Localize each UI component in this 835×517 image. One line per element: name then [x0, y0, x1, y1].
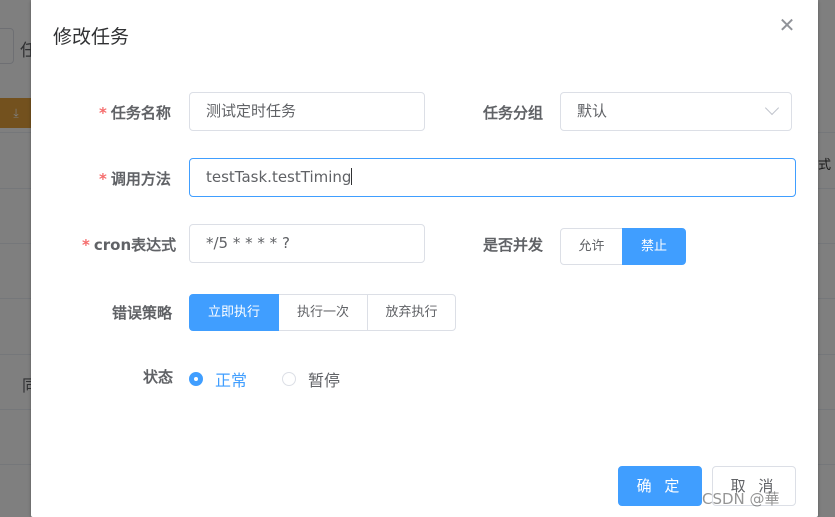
misfire-button-group: 立即执行 执行一次 放弃执行	[189, 294, 456, 331]
status-normal-radio[interactable]: 正常	[189, 367, 247, 391]
status-normal-label: 正常	[215, 371, 248, 390]
misfire-immediate-button[interactable]: 立即执行	[189, 294, 279, 331]
task-group-label: 任务分组	[483, 104, 544, 122]
misfire-once-button[interactable]: 执行一次	[278, 294, 368, 331]
cron-input[interactable]: */5 * * * * ?	[189, 224, 425, 263]
edit-task-dialog: 修改任务 ✕ * 任务名称 测试定时任务 任务分组 默认 * 调用方法 testTa…	[31, 0, 818, 517]
misfire-label: 错误策略	[112, 304, 173, 322]
cron-label: * cron表达式	[82, 234, 176, 255]
status-paused-radio[interactable]: 暂停	[282, 367, 340, 391]
cron-label-text: cron表达式	[93, 236, 177, 254]
required-mark: *	[99, 104, 107, 122]
invoke-target-value: testTask.testTiming	[206, 168, 352, 186]
dialog-title: 修改任务	[53, 26, 130, 48]
status-label: 状态	[143, 368, 174, 386]
invoke-target-label: * 调用方法	[99, 168, 171, 189]
concurrent-allow-button[interactable]: 允许	[560, 228, 623, 265]
misfire-abandon-button[interactable]: 放弃执行	[367, 294, 456, 331]
confirm-button[interactable]: 确 定	[618, 466, 702, 506]
task-name-label-text: 任务名称	[110, 104, 171, 122]
text-caret	[351, 168, 353, 185]
watermark: CSDN @華	[702, 490, 780, 508]
invoke-target-input[interactable]: testTask.testTiming	[189, 158, 796, 197]
concurrent-button-group: 允许 禁止	[560, 228, 686, 265]
status-paused-label: 暂停	[308, 371, 341, 390]
close-icon[interactable]: ✕	[777, 14, 797, 36]
radio-checked-icon	[189, 372, 203, 386]
invoke-target-label-text: 调用方法	[110, 170, 171, 188]
concurrent-label: 是否并发	[483, 236, 544, 254]
task-name-label: * 任务名称	[99, 102, 171, 123]
required-mark: *	[99, 170, 107, 188]
required-mark: *	[82, 236, 90, 254]
task-group-select[interactable]: 默认	[560, 92, 792, 131]
concurrent-forbid-button[interactable]: 禁止	[622, 228, 686, 265]
chevron-down-icon	[764, 100, 780, 116]
task-name-input[interactable]: 测试定时任务	[189, 92, 425, 131]
radio-unchecked-icon	[282, 372, 296, 386]
task-group-value: 默认	[577, 102, 608, 120]
